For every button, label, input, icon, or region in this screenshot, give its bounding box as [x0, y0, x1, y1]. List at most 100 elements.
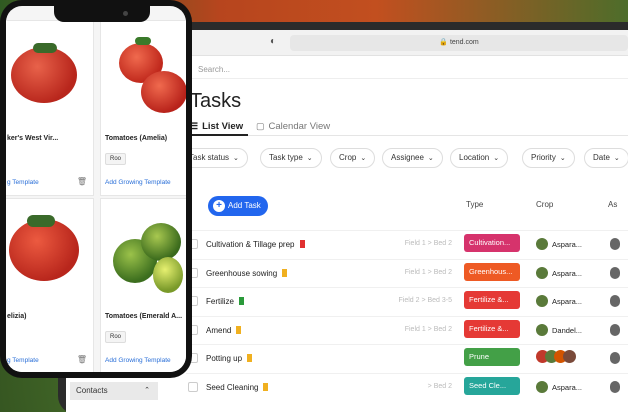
add-growing-template-link[interactable]: g Template — [7, 357, 39, 364]
assignee-avatar[interactable] — [610, 295, 620, 307]
task-type-badge[interactable]: Prune — [464, 348, 520, 366]
tab-label: List View — [202, 121, 244, 132]
task-name[interactable]: Potting up — [206, 354, 253, 363]
add-task-button[interactable]: + Add Task — [208, 196, 268, 216]
filter-priority[interactable]: Priority ⌄ — [522, 148, 575, 168]
priority-flag-icon — [299, 240, 305, 248]
task-row[interactable]: Fertilize Field 2 > Bed 3-5 Fertilize &...… — [186, 287, 628, 315]
column-header-type[interactable]: Type — [466, 200, 483, 209]
task-name[interactable]: Seed Cleaning — [206, 382, 269, 392]
search-input[interactable]: ⌕ Search... — [184, 61, 628, 79]
card-name: Tomatoes (Emerald A... — [105, 313, 183, 320]
task-name-text: Greenhouse sowing — [206, 268, 278, 278]
task-name[interactable]: Fertilize — [206, 297, 245, 306]
sidebar-item-contacts[interactable]: Contacts ⌃ — [70, 382, 158, 400]
task-row[interactable]: Greenhouse sowing Field 1 > Bed 2 Greenhou… — [186, 258, 628, 287]
crop-avatar — [536, 238, 548, 250]
crop-avatar — [563, 350, 576, 363]
crop-avatar — [536, 323, 548, 336]
task-type-badge[interactable]: Fertilize &... — [464, 291, 520, 309]
task-crop: Dandel... — [536, 323, 582, 336]
crop-name: Aspara... — [552, 382, 583, 392]
task-type-badge[interactable]: Seed Cle... — [464, 376, 520, 395]
add-growing-template-link[interactable]: Add Growing Template — [105, 179, 171, 186]
column-header-crop[interactable]: Crop — [536, 200, 553, 209]
column-header-assignee[interactable]: As — [608, 200, 617, 209]
task-crop: Aspara... — [536, 380, 583, 393]
task-type-badge[interactable]: Fertilize &... — [464, 319, 520, 338]
filter-task-type[interactable]: Task type ⌄ — [260, 148, 322, 168]
tab-calendar-view[interactable]: ▢ Calendar View — [256, 116, 330, 136]
task-row[interactable]: Amend Field 1 > Bed 2 Fertilize &... Dandel… — [186, 315, 628, 344]
assignee-avatar[interactable] — [610, 238, 620, 250]
tab-list-view[interactable]: ☰ List View — [190, 116, 248, 136]
task-name[interactable]: Greenhouse sowing — [206, 268, 288, 278]
filter-assignee[interactable]: Assignee ⌄ — [382, 148, 443, 168]
task-name[interactable]: Cultivation & Tillage prep — [206, 240, 305, 249]
assignee-avatar[interactable] — [610, 323, 620, 336]
task-location: Field 1 > Bed 2 — [404, 325, 452, 333]
tomato-image — [101, 21, 186, 131]
task-name-text: Fertilize — [206, 297, 235, 306]
chevron-down-icon: ⌄ — [233, 155, 239, 162]
task-type-badge[interactable]: Greenhous... — [464, 262, 520, 281]
assignee-avatar[interactable] — [610, 380, 620, 393]
view-tabs: ☰ List View ▢ Calendar View — [190, 116, 628, 136]
chevron-down-icon: ⌄ — [493, 155, 500, 162]
plant-card[interactable]: Tomatoes (Amelia) Roo Add Growing Templa… — [100, 20, 186, 196]
tab-label: Calendar View — [268, 121, 331, 132]
task-name[interactable]: Amend — [206, 325, 242, 335]
task-crop: Aspara... — [536, 266, 582, 279]
assignee-avatar[interactable] — [610, 266, 620, 279]
crop-avatar — [536, 380, 548, 393]
task-type-badge[interactable]: Cultivation... — [464, 234, 520, 252]
filter-location[interactable]: Location ⌄ — [450, 148, 509, 168]
chevron-down-icon: ⌄ — [360, 155, 367, 162]
filter-label: Crop — [339, 153, 357, 162]
theme-icon[interactable]: ◐ — [270, 36, 276, 47]
plant-card[interactable]: ker's West Vir... g Template 🗑 — [6, 20, 94, 196]
task-name-text: Seed Cleaning — [206, 382, 259, 392]
task-crop: Aspara... — [536, 295, 582, 307]
plant-card[interactable]: elizia) g Template 🗑 — [6, 198, 94, 372]
filter-bar: Task status ⌄ Task type ⌄ Crop ⌄ Assignee ⌄ … — [180, 148, 628, 172]
chevron-up-icon: ⌃ — [144, 387, 150, 394]
card-name: ker's West Vir... — [7, 135, 59, 142]
tomato-image — [101, 199, 186, 309]
card-tag: Roo — [105, 331, 127, 343]
filter-label: Date — [593, 153, 610, 162]
assignee-avatar[interactable] — [610, 352, 620, 364]
filter-label: Task type — [269, 153, 303, 162]
priority-flag-icon — [239, 297, 245, 305]
filter-date[interactable]: Date ⌄ — [584, 148, 628, 168]
task-location: > Bed 2 — [427, 382, 452, 390]
task-name-text: Potting up — [206, 354, 243, 363]
chevron-down-icon: ⌄ — [559, 155, 566, 162]
plant-card[interactable]: Tomatoes (Emerald A... Roo Add Growing T… — [100, 198, 186, 372]
filter-label: Assignee — [391, 153, 424, 162]
task-name-text: Cultivation & Tillage prep — [206, 240, 295, 249]
task-location: Field 2 > Bed 3-5 — [398, 297, 452, 304]
search-placeholder: Search... — [198, 65, 231, 74]
add-growing-template-link[interactable]: g Template — [7, 179, 39, 186]
card-name: Tomatoes (Amelia) — [105, 135, 168, 142]
trash-icon[interactable]: 🗑 — [77, 355, 87, 364]
task-row[interactable]: Seed Cleaning > Bed 2 Seed Cle... Aspara... — [186, 372, 628, 401]
chevron-down-icon: ⌄ — [306, 155, 313, 162]
plus-icon: + — [213, 200, 225, 212]
page-title: Tasks — [190, 90, 242, 112]
filter-crop[interactable]: Crop ⌄ — [330, 148, 376, 168]
crop-avatar — [536, 295, 548, 307]
priority-flag-icon — [282, 268, 288, 277]
trash-icon[interactable]: 🗑 — [77, 177, 87, 186]
task-row[interactable]: Cultivation & Tillage prep Field 1 > Bed … — [186, 230, 628, 258]
add-task-label: Add Task — [228, 201, 261, 210]
filter-label: Location — [459, 153, 490, 162]
phone-notch — [54, 6, 150, 22]
url-bar[interactable]: 🔒 tend.com — [290, 35, 628, 51]
task-row[interactable]: Potting up Prune — [186, 344, 628, 372]
crop-name: Aspara... — [552, 240, 583, 249]
chevron-down-icon: ⌄ — [427, 155, 434, 162]
add-growing-template-link[interactable]: Add Growing Template — [105, 357, 171, 364]
row-checkbox[interactable] — [188, 381, 198, 392]
